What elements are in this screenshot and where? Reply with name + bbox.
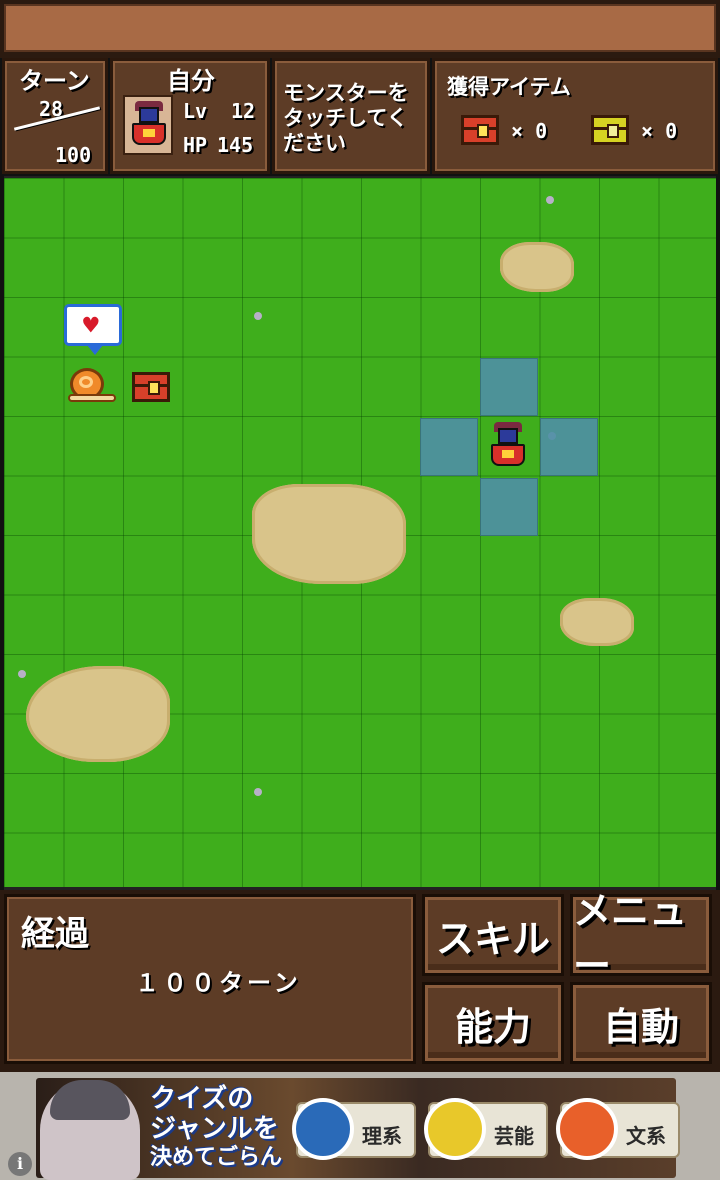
speech-bubble: ♥ (64, 304, 122, 355)
hp-value: 145 (217, 133, 254, 157)
hero-character[interactable] (488, 422, 528, 470)
pebble (18, 670, 26, 678)
ad-headline-3: 決めてごらん (150, 1145, 283, 1170)
move-tile-up[interactable] (480, 358, 538, 416)
red-chest-count: × 0 (511, 119, 548, 143)
ad-headline-1: クイズの (150, 1084, 254, 1114)
hp-label: HP (183, 133, 208, 157)
yellow-chest-icon (591, 115, 629, 145)
ad-character-image (40, 1080, 140, 1180)
game-field[interactable]: ♥ (4, 176, 716, 890)
ad-banner-area[interactable]: クイズの ジャンルを 決めてごらん 理系 芸能 文系 i (0, 1072, 720, 1180)
ad-chip-science: 理系 (292, 1098, 416, 1160)
ad-chip-humanities: 文系 (556, 1098, 680, 1160)
sand-patch (26, 666, 170, 762)
move-tile-down[interactable] (480, 478, 538, 536)
ad-chip-entertainment: 芸能 (424, 1098, 548, 1160)
auto-button[interactable]: 自動 (570, 982, 712, 1064)
elapsed-title: 経過 (21, 914, 89, 954)
treasure-chest[interactable] (132, 372, 170, 402)
acquired-items-panel: 獲得アイテム × 0 × 0 (432, 58, 718, 174)
sand-patch (252, 484, 406, 584)
red-chest-icon (461, 115, 499, 145)
heart-icon: ♥ (83, 311, 99, 341)
pebble (254, 788, 262, 796)
turn-label: ターン (19, 67, 90, 95)
player-portrait (123, 95, 173, 155)
level-value: 12 (231, 99, 256, 123)
move-tile-right[interactable] (540, 418, 598, 476)
top-bar-strip (4, 4, 716, 52)
turn-max: 100 (55, 143, 92, 167)
move-tile-left[interactable] (420, 418, 478, 476)
bottom-controls: 経過 １００ターン スキル メニュー 能力 自動 (0, 889, 720, 1072)
ad-chip-label: 芸能 (494, 1124, 534, 1148)
pebble (254, 312, 262, 320)
top-bar (0, 0, 720, 58)
skill-button[interactable]: スキル (422, 894, 564, 976)
snail-monster[interactable] (68, 368, 116, 404)
sand-patch (500, 242, 574, 292)
ad-chip-label: 理系 (362, 1124, 402, 1148)
pebble (546, 196, 554, 204)
ability-button[interactable]: 能力 (422, 982, 564, 1064)
elapsed-panel: 経過 １００ターン (4, 894, 416, 1064)
instruction-message: モンスターを タッチしてく ださい (283, 81, 409, 156)
menu-button[interactable]: メニュー (570, 889, 712, 988)
player-label: 自分 (167, 67, 215, 95)
message-panel: モンスターを タッチしてく ださい (272, 58, 430, 174)
level-label: Lv (183, 99, 208, 123)
turn-panel: ターン 28 100 (2, 58, 108, 174)
ad-headline-2: ジャンルを (150, 1114, 279, 1144)
hero-portrait-icon (129, 101, 169, 149)
science-orb-icon (292, 1098, 354, 1160)
elapsed-value: １００ターン (135, 969, 302, 997)
player-status-panel: 自分 Lv 12 HP 145 (110, 58, 270, 174)
acquired-items-label: 獲得アイテム (447, 75, 571, 99)
flower-orb-icon (556, 1098, 618, 1160)
sand-patch (560, 598, 634, 646)
yellow-chest-count: × 0 (641, 119, 678, 143)
ad-chip-label: 文系 (626, 1124, 666, 1148)
lightning-orb-icon (424, 1098, 486, 1160)
ad-info-icon[interactable]: i (8, 1152, 32, 1176)
